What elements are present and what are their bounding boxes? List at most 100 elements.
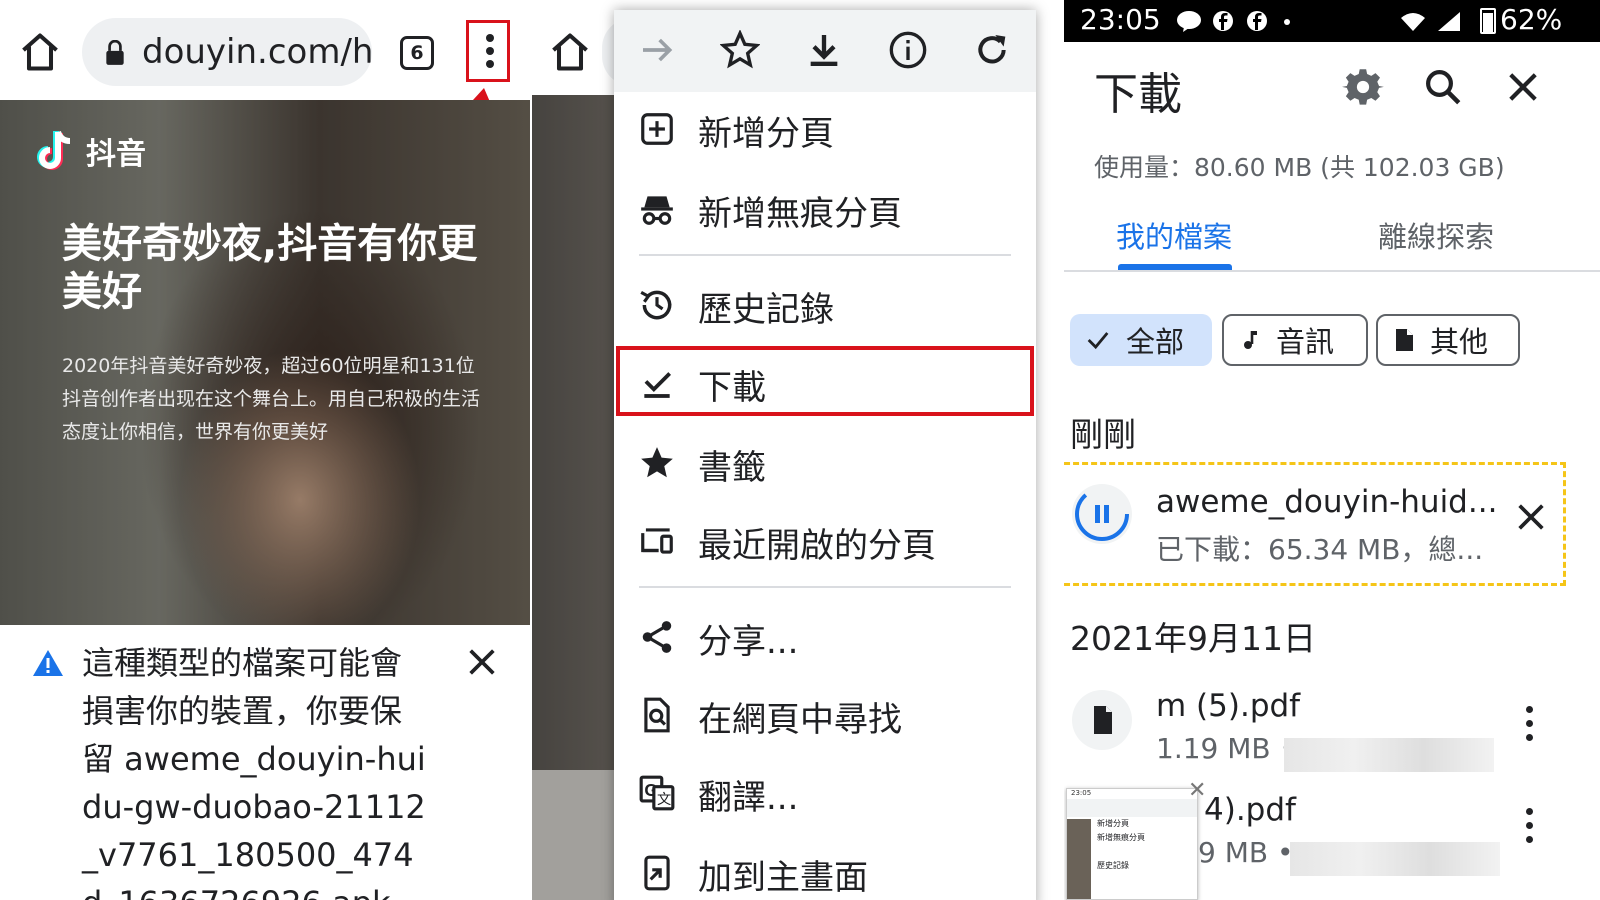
menu-item-label: 翻譯... (698, 778, 799, 818)
line-app-icon (1177, 11, 1201, 32)
file-name[interactable]: 4).pdf (1204, 792, 1296, 828)
downloads-highlight-box (616, 346, 1034, 416)
menu-item-share[interactable]: 分享... (614, 604, 1036, 668)
menu-item-label: 最近開啟的分頁 (698, 526, 936, 566)
menu-item-add-to-home[interactable]: 加到主畫面 (614, 840, 1036, 900)
battery-icon (1480, 8, 1496, 34)
thumb-action-row (1067, 799, 1197, 817)
close-icon[interactable] (465, 645, 499, 679)
hero-banner: 抖音 美好奇妙夜,抖音有你更美好 2020年抖音美好奇妙夜，超过60位明星和13… (0, 100, 532, 625)
kebab-dot (486, 60, 494, 68)
add-to-home-icon (644, 855, 670, 891)
file-size: 1.19 MB • (1156, 732, 1297, 765)
share-icon (642, 621, 672, 653)
menu-item-recent-tabs[interactable]: 最近開啟的分頁 (614, 508, 1036, 572)
blurred-redaction (1284, 738, 1494, 772)
forward-arrow-icon[interactable] (638, 30, 678, 70)
hero-description: 2020年抖音美好奇妙夜，超过60位明星和131位抖音创作者出现在这个舞台上。用… (62, 355, 481, 443)
menu-item-find-in-page[interactable]: 在網頁中尋找 (614, 682, 1036, 746)
douyin-logo: 抖音 (36, 128, 146, 174)
menu-item-incognito-tab[interactable]: 新增無痕分頁 (614, 176, 1036, 240)
file-name[interactable]: m (5).pdf (1156, 688, 1300, 724)
overflow-menu-button[interactable] (466, 20, 510, 82)
search-icon[interactable] (1422, 66, 1464, 108)
status-bar: 23:05 62% (1064, 0, 1600, 42)
page-title: 下載 (1094, 69, 1182, 120)
home-icon[interactable] (18, 30, 62, 74)
chip-label: 全部 (1126, 325, 1185, 359)
section-header-date: 2021年9月11日 (1070, 619, 1316, 658)
pause-icon (1075, 487, 1129, 541)
status-time: 23:05 (1080, 3, 1161, 36)
menu-item-translate[interactable]: G文 翻譯... (614, 760, 1036, 824)
menu-item-label: 加到主畫面 (698, 858, 868, 898)
home-icon[interactable] (548, 30, 592, 74)
gear-icon[interactable] (1342, 66, 1384, 108)
tab-switcher-button[interactable]: 6 (400, 36, 434, 70)
blurred-redaction (1290, 842, 1500, 876)
dismiss-thumbnail-icon[interactable]: ✕ (1188, 778, 1206, 803)
file-more-menu[interactable] (1526, 808, 1534, 844)
filter-chip-other[interactable]: 其他 (1376, 314, 1520, 366)
translate-icon: G文 (639, 775, 675, 811)
refresh-icon[interactable] (972, 30, 1012, 70)
url-bar[interactable]: douyin.com/h (82, 18, 372, 86)
download-name[interactable]: aweme_douyin-huid... (1156, 484, 1497, 520)
menu-item-new-tab[interactable]: 新增分頁 (614, 96, 1036, 160)
section-header-recent: 剛剛 (1070, 415, 1136, 454)
check-icon (1087, 332, 1109, 350)
menu-item-label: 書籤 (698, 448, 766, 488)
panel-browser-menu: 新增分頁 新增無痕分頁 歷史記錄 下載 書籤 最近開啟的分頁 分享... 在網頁… (532, 0, 1064, 900)
tiktok-note-icon (37, 130, 71, 170)
file-icon (1396, 329, 1413, 351)
download-icon[interactable] (804, 30, 844, 70)
menu-divider (639, 586, 1011, 588)
download-progress-text: 已下載：65.34 MB，總... (1156, 533, 1484, 566)
tab-divider (1064, 270, 1600, 272)
panel-browser-page: douyin.com/h 6 抖音 美好奇妙夜,抖音有你更美好 2020年抖音美… (0, 0, 532, 900)
svg-text:文: 文 (657, 791, 671, 808)
tab-my-files[interactable]: 我的檔案 (1116, 214, 1232, 256)
find-in-page-icon (644, 697, 670, 733)
incognito-icon (641, 196, 673, 225)
menu-item-label: 分享... (698, 622, 799, 662)
thumb-status-time: 23:05 (1067, 789, 1197, 799)
bookmark-star-icon (641, 447, 673, 478)
file-type-badge (1072, 690, 1132, 750)
devices-icon (641, 528, 673, 554)
thumb-page-image (1067, 819, 1091, 899)
file-icon (1094, 706, 1112, 734)
chip-label: 其他 (1430, 325, 1489, 359)
facebook-icon (1247, 11, 1267, 31)
brand-name: 抖音 (86, 137, 146, 172)
notification-dot-icon (1284, 19, 1290, 25)
panel-downloads-page: 23:05 62% 下載 使用量：80.60 MB (共 102.03 GB) … (1064, 0, 1600, 900)
tab-offline-explore[interactable]: 離線探索 (1378, 214, 1494, 256)
menu-item-label: 新增無痕分頁 (698, 194, 902, 234)
cancel-download-icon[interactable] (1514, 500, 1548, 534)
chip-label: 音訊 (1276, 325, 1335, 359)
menu-item-history[interactable]: 歷史記錄 (614, 272, 1036, 336)
menu-item-label: 歷史記錄 (698, 290, 834, 330)
kebab-dot (486, 34, 494, 42)
bookmark-star-icon[interactable] (720, 30, 760, 70)
storage-usage: 使用量：80.60 MB (共 102.03 GB) (1094, 153, 1505, 182)
history-icon (640, 290, 672, 320)
kebab-dot (486, 47, 494, 55)
pause-download-button[interactable] (1072, 484, 1132, 544)
close-icon[interactable] (1502, 66, 1544, 108)
file-more-menu[interactable] (1526, 706, 1534, 742)
hero-title: 美好奇妙夜,抖音有你更美好 (62, 221, 478, 315)
url-text: douyin.com/h (142, 32, 372, 72)
battery-percent: 62% (1500, 3, 1563, 36)
menu-item-label: 在網頁中尋找 (698, 700, 902, 740)
wifi-icon (1401, 13, 1425, 31)
file-size: 9 MB • (1198, 836, 1294, 869)
download-warning: 這種類型的檔案可能會損害你的裝置，你要保留 aweme_douyin-huidu… (0, 625, 532, 900)
info-icon[interactable] (888, 30, 928, 70)
screenshot-thumbnail[interactable]: 23:05 新增分頁 新增無痕分頁 歷史記錄 (1066, 788, 1198, 900)
menu-divider (639, 254, 1011, 256)
menu-item-bookmarks[interactable]: 書籤 (614, 430, 1036, 494)
filter-chip-all[interactable]: 全部 (1070, 314, 1212, 366)
filter-chip-audio[interactable]: 音訊 (1222, 314, 1368, 366)
